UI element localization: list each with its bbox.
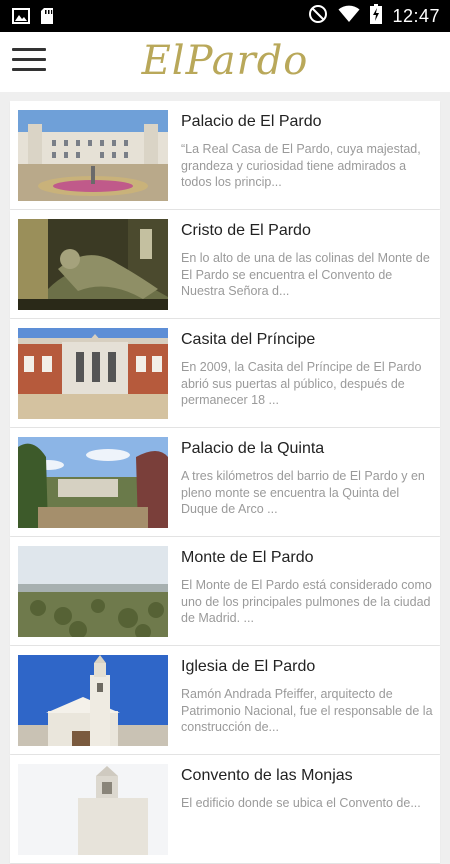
places-list: Palacio de El Pardo “La Real Casa de El … xyxy=(10,101,440,864)
item-description: A tres kilómetros del barrio de El Pardo… xyxy=(181,469,425,516)
item-description: En 2009, la Casita del Príncipe de El Pa… xyxy=(181,360,422,407)
item-description: “La Real Casa de El Pardo, cuya majestad… xyxy=(181,142,421,189)
item-title: Iglesia de El Pardo xyxy=(181,658,316,675)
list-item[interactable]: Palacio de la Quinta A tres kilómetros d… xyxy=(10,428,440,536)
app-logo: ElPardo xyxy=(141,38,309,84)
app-bar: ElPardo xyxy=(0,32,450,92)
item-title: Convento de las Monjas xyxy=(181,767,353,784)
list-item[interactable]: Palacio de El Pardo “La Real Casa de El … xyxy=(10,101,440,209)
do-not-disturb-icon xyxy=(308,4,328,29)
item-title: Cristo de El Pardo xyxy=(181,222,311,239)
list-item[interactable]: Monte de El Pardo El Monte de El Pardo e… xyxy=(10,537,440,645)
status-bar: 12:47 xyxy=(0,0,450,32)
item-thumbnail xyxy=(18,437,168,528)
item-title: Monte de El Pardo xyxy=(181,549,314,566)
item-description: En lo alto de una de las colinas del Mon… xyxy=(181,251,430,298)
item-description: El edificio donde se ubica el Convento d… xyxy=(181,796,421,810)
list-item[interactable]: Convento de las Monjas El edificio donde… xyxy=(10,755,440,863)
item-title: Palacio de la Quinta xyxy=(181,440,325,457)
item-thumbnail xyxy=(18,110,168,201)
status-time: 12:47 xyxy=(392,5,440,26)
item-thumbnail xyxy=(18,546,168,637)
item-thumbnail xyxy=(18,764,168,855)
battery-charging-icon xyxy=(370,3,383,29)
item-title: Palacio de El Pardo xyxy=(181,113,322,130)
item-title: Casita del Príncipe xyxy=(181,331,316,348)
image-notification-icon xyxy=(12,8,30,29)
list-item[interactable]: Iglesia de El Pardo Ramón Andrada Pfeiff… xyxy=(10,646,440,754)
wifi-icon xyxy=(338,5,360,28)
item-description: El Monte de El Pardo está considerado co… xyxy=(181,578,432,625)
list-item[interactable]: Cristo de El Pardo En lo alto de una de … xyxy=(10,210,440,318)
list-item[interactable]: Casita del Príncipe En 2009, la Casita d… xyxy=(10,319,440,427)
item-description: Ramón Andrada Pfeiffer, arquitecto de Pa… xyxy=(181,687,433,734)
item-thumbnail xyxy=(18,219,168,310)
sd-card-icon xyxy=(40,7,54,30)
item-thumbnail xyxy=(18,328,168,419)
item-thumbnail xyxy=(18,655,168,746)
